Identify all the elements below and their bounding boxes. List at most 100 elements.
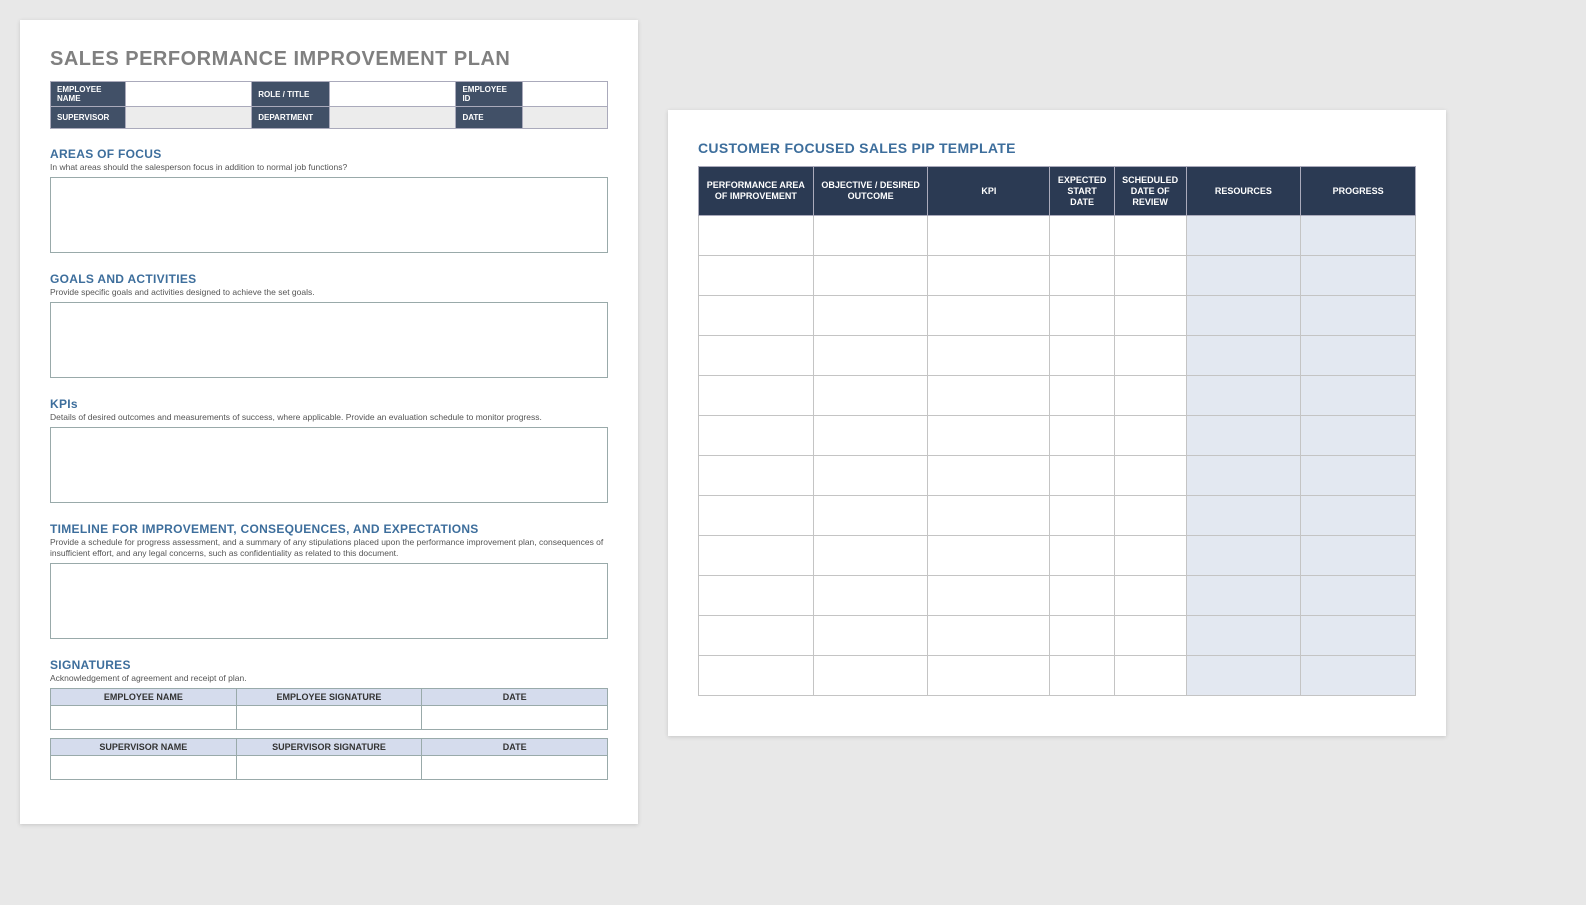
kpis-input[interactable] — [50, 427, 608, 503]
pip-cell[interactable] — [1050, 296, 1115, 336]
pip-cell[interactable] — [1186, 416, 1301, 456]
field-department[interactable] — [330, 107, 456, 129]
pip-cell[interactable] — [813, 416, 928, 456]
pip-cell[interactable] — [1186, 496, 1301, 536]
pip-cell[interactable] — [1186, 656, 1301, 696]
pip-cell[interactable] — [1050, 656, 1115, 696]
pip-cell[interactable] — [699, 616, 814, 656]
pip-cell[interactable] — [1301, 296, 1416, 336]
pip-cell[interactable] — [1301, 416, 1416, 456]
pip-cell[interactable] — [1050, 536, 1115, 576]
pip-cell[interactable] — [1050, 376, 1115, 416]
pip-cell[interactable] — [1301, 216, 1416, 256]
pip-cell[interactable] — [1301, 256, 1416, 296]
pip-cell[interactable] — [1114, 296, 1186, 336]
pip-cell[interactable] — [1301, 576, 1416, 616]
sig-cell-emp-sig[interactable] — [236, 706, 422, 730]
pip-cell[interactable] — [1114, 656, 1186, 696]
pip-cell[interactable] — [928, 216, 1050, 256]
pip-cell[interactable] — [1301, 536, 1416, 576]
pip-cell[interactable] — [1186, 256, 1301, 296]
pip-cell[interactable] — [813, 336, 928, 376]
pip-cell[interactable] — [813, 456, 928, 496]
pip-cell[interactable] — [699, 496, 814, 536]
pip-cell[interactable] — [928, 256, 1050, 296]
pip-cell[interactable] — [928, 456, 1050, 496]
field-employee-id[interactable] — [523, 82, 608, 107]
pip-cell[interactable] — [928, 656, 1050, 696]
pip-cell[interactable] — [699, 296, 814, 336]
pip-cell[interactable] — [1186, 456, 1301, 496]
goals-activities-input[interactable] — [50, 302, 608, 378]
pip-cell[interactable] — [1114, 216, 1186, 256]
pip-cell[interactable] — [1114, 256, 1186, 296]
pip-cell[interactable] — [1050, 456, 1115, 496]
field-employee-name[interactable] — [125, 82, 251, 107]
sig-cell-date2[interactable] — [422, 756, 608, 780]
pip-cell[interactable] — [1301, 656, 1416, 696]
pip-cell[interactable] — [1050, 216, 1115, 256]
pip-cell[interactable] — [1050, 336, 1115, 376]
pip-cell[interactable] — [928, 296, 1050, 336]
pip-cell[interactable] — [1114, 496, 1186, 536]
pip-cell[interactable] — [699, 536, 814, 576]
pip-cell[interactable] — [699, 216, 814, 256]
field-role-title[interactable] — [330, 82, 456, 107]
pip-cell[interactable] — [1114, 456, 1186, 496]
pip-cell[interactable] — [813, 616, 928, 656]
pip-cell[interactable] — [928, 416, 1050, 456]
pip-cell[interactable] — [1186, 296, 1301, 336]
pip-cell[interactable] — [1114, 536, 1186, 576]
pip-cell[interactable] — [1186, 216, 1301, 256]
pip-cell[interactable] — [1114, 336, 1186, 376]
pip-cell[interactable] — [928, 336, 1050, 376]
pip-cell[interactable] — [1114, 576, 1186, 616]
pip-cell[interactable] — [1301, 376, 1416, 416]
pip-cell[interactable] — [813, 576, 928, 616]
pip-cell[interactable] — [813, 216, 928, 256]
sig-cell-emp-name[interactable] — [51, 706, 237, 730]
sig-cell-sup-name[interactable] — [51, 756, 237, 780]
pip-cell[interactable] — [1186, 336, 1301, 376]
pip-cell[interactable] — [813, 296, 928, 336]
pip-cell[interactable] — [1186, 576, 1301, 616]
pip-cell[interactable] — [928, 496, 1050, 536]
pip-cell[interactable] — [1050, 576, 1115, 616]
pip-cell[interactable] — [813, 376, 928, 416]
timeline-input[interactable] — [50, 563, 608, 639]
pip-cell[interactable] — [1301, 496, 1416, 536]
pip-cell[interactable] — [1114, 376, 1186, 416]
pip-cell[interactable] — [1186, 616, 1301, 656]
sig-cell-date[interactable] — [422, 706, 608, 730]
pip-cell[interactable] — [1301, 456, 1416, 496]
pip-cell[interactable] — [1301, 336, 1416, 376]
pip-cell[interactable] — [1186, 376, 1301, 416]
pip-cell[interactable] — [699, 456, 814, 496]
pip-cell[interactable] — [928, 536, 1050, 576]
field-date[interactable] — [523, 107, 608, 129]
pip-cell[interactable] — [1186, 536, 1301, 576]
pip-cell[interactable] — [1114, 616, 1186, 656]
pip-cell[interactable] — [1050, 416, 1115, 456]
pip-cell[interactable] — [813, 536, 928, 576]
pip-cell[interactable] — [813, 496, 928, 536]
pip-cell[interactable] — [699, 576, 814, 616]
pip-cell[interactable] — [1050, 616, 1115, 656]
pip-cell[interactable] — [928, 376, 1050, 416]
sig-cell-sup-sig[interactable] — [236, 756, 422, 780]
field-supervisor[interactable] — [125, 107, 251, 129]
pip-cell[interactable] — [1050, 256, 1115, 296]
pip-cell[interactable] — [699, 256, 814, 296]
pip-cell[interactable] — [928, 616, 1050, 656]
pip-cell[interactable] — [699, 376, 814, 416]
pip-cell[interactable] — [699, 416, 814, 456]
pip-cell[interactable] — [699, 336, 814, 376]
pip-cell[interactable] — [1301, 616, 1416, 656]
pip-cell[interactable] — [1050, 496, 1115, 536]
areas-of-focus-input[interactable] — [50, 177, 608, 253]
pip-cell[interactable] — [699, 656, 814, 696]
pip-cell[interactable] — [1114, 416, 1186, 456]
pip-cell[interactable] — [928, 576, 1050, 616]
pip-cell[interactable] — [813, 656, 928, 696]
pip-cell[interactable] — [813, 256, 928, 296]
